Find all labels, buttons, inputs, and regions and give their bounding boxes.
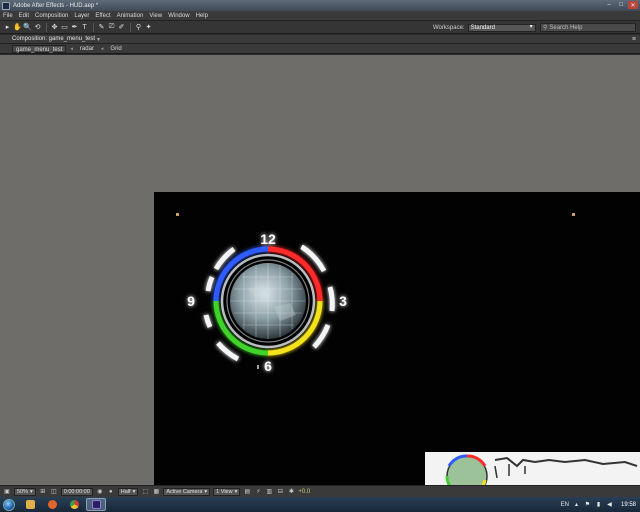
brush-tool-icon[interactable]: ✎ (97, 23, 106, 32)
toolbar-divider (46, 22, 47, 32)
snapshot-icon[interactable]: ◉ (96, 488, 104, 496)
shape-tool-icon[interactable]: ▭ (60, 23, 69, 32)
minimize-button[interactable]: – (604, 1, 614, 9)
menu-composition[interactable]: Composition (35, 13, 68, 19)
system-tray: EN ▴ ⚑ ▮ ◀ 19:58 (561, 498, 636, 511)
resolution-value: Half (120, 488, 131, 495)
region-of-interest-icon[interactable]: ⬚ (141, 488, 149, 496)
always-preview-icon[interactable]: ▣ (3, 488, 11, 496)
show-channel-icon[interactable]: ● (107, 488, 115, 496)
hud-label-3: 3 (339, 293, 347, 309)
composition-tab-label: Composition: game_menu_test (12, 36, 96, 42)
menu-animation[interactable]: Animation (117, 13, 144, 19)
after-effects-icon (2, 1, 10, 10)
viewer-controls-bar: ▣ 50% ▾ ⊞ ◫ 0:00:00:00 ◉ ● Half ▾ ⬚ ▦ Acti… (0, 485, 640, 497)
hud-label-9: 9 (187, 293, 195, 309)
text-tool-icon[interactable]: T (80, 23, 89, 32)
menu-window[interactable]: Window (168, 13, 189, 19)
breadcrumb-game-menu-test[interactable]: game_menu_test (12, 44, 67, 53)
menu-bar: File Edit Composition Layer Effect Anima… (0, 11, 640, 21)
fast-previews-icon[interactable]: ⚡ (254, 488, 262, 496)
layer-anchor-handle[interactable] (572, 213, 575, 216)
taskbar-after-effects[interactable] (86, 498, 106, 511)
exposure-value[interactable]: +0.0 (298, 489, 310, 495)
composition-panel-header: Composition: game_menu_test ▾ (0, 35, 640, 44)
timeline-icon[interactable]: ▥ (265, 488, 273, 496)
zoom-tool-icon[interactable]: 🔍 (23, 23, 32, 32)
start-button[interactable] (0, 497, 18, 512)
roto-brush-tool-icon[interactable]: ⚲ (134, 23, 143, 32)
search-help-field[interactable]: ⚲ Search Help (540, 23, 636, 32)
menu-file[interactable]: File (3, 13, 13, 19)
grid-overlay-icon[interactable]: ⊞ (39, 488, 47, 496)
resolution-dropdown[interactable]: Half ▾ (117, 487, 139, 496)
hud-label-6: 6 (264, 358, 272, 374)
reference-sketch-thumbnail (425, 452, 640, 485)
pan-behind-tool-icon[interactable]: ✥ (50, 23, 59, 32)
panel-menu-icon[interactable]: ≡ (632, 36, 636, 43)
hud-label-12: 12 (260, 231, 276, 247)
hud-radar[interactable]: 12 3 6 9 (178, 211, 358, 391)
toolbar-divider (93, 22, 94, 32)
mask-visibility-icon[interactable]: ◫ (50, 488, 58, 496)
view-layout-value: 1 View (216, 488, 233, 495)
taskbar-clock[interactable]: 19:58 (621, 502, 636, 508)
workspace-switcher: Workspace: Standard (433, 24, 536, 32)
hand-tool-icon[interactable]: ✋ (13, 23, 22, 32)
action-center-flag-icon[interactable]: ⚑ (584, 501, 591, 508)
menu-help[interactable]: Help (196, 13, 208, 19)
breadcrumb-separator-icon: ◂ (100, 45, 104, 52)
windows-logo-icon (3, 498, 15, 511)
firefox-icon (47, 500, 57, 509)
breadcrumb: game_menu_test ◂ radar ◂ Grid (0, 44, 640, 54)
folder-icon (25, 500, 35, 509)
composition-tab[interactable]: Composition: game_menu_test ▾ (12, 36, 100, 43)
view-layout-dropdown[interactable]: 1 View ▾ (213, 487, 241, 496)
menu-view[interactable]: View (149, 13, 162, 19)
workspace-label: Workspace: (433, 25, 465, 31)
composition-viewer[interactable]: 12 3 6 9 (0, 55, 640, 485)
breadcrumb-grid[interactable]: Grid (107, 45, 124, 53)
workspace-dropdown[interactable]: Standard (467, 24, 536, 32)
transparency-grid-icon[interactable]: ▦ (152, 488, 160, 496)
chrome-icon (69, 500, 79, 509)
magnification-dropdown[interactable]: 50% ▾ (14, 487, 36, 496)
reset-exposure-icon[interactable]: ✱ (287, 488, 295, 496)
toggle-pixel-aspect-icon[interactable]: ▤ (243, 488, 251, 496)
language-indicator[interactable]: EN (561, 502, 569, 508)
title-bar: Adobe After Effects - HUD.aep * – □ ✕ (0, 0, 640, 11)
menu-effect[interactable]: Effect (95, 13, 110, 19)
comp-flowchart-icon[interactable]: ⊟ (276, 488, 284, 496)
breadcrumb-radar[interactable]: radar (77, 45, 97, 53)
network-icon[interactable]: ▮ (595, 501, 602, 508)
breadcrumb-separator-icon: ◂ (70, 45, 73, 52)
rotate-tool-icon[interactable]: ⟲ (33, 23, 42, 32)
close-button[interactable]: ✕ (628, 1, 638, 9)
magnification-value: 50% (17, 488, 29, 495)
selection-tool-icon[interactable]: ▸ (3, 23, 12, 32)
show-hidden-icons-icon[interactable]: ▴ (573, 501, 580, 508)
windows-taskbar: EN ▴ ⚑ ▮ ◀ 19:58 (0, 497, 640, 512)
volume-icon[interactable]: ◀ (606, 501, 613, 508)
taskbar-firefox[interactable] (42, 498, 62, 511)
maximize-button[interactable]: □ (616, 1, 626, 9)
toolbar-divider (130, 22, 131, 32)
window-title: Adobe After Effects - HUD.aep * (13, 2, 99, 9)
menu-edit[interactable]: Edit (19, 13, 29, 19)
pen-tool-icon[interactable]: ✒ (70, 23, 79, 32)
clone-stamp-tool-icon[interactable]: ⎚ (107, 23, 116, 32)
camera-value: Active Camera (166, 488, 203, 495)
after-effects-icon (91, 500, 101, 509)
close-tab-icon[interactable]: ▾ (97, 36, 100, 43)
eraser-tool-icon[interactable]: ✐ (117, 23, 126, 32)
menu-layer[interactable]: Layer (74, 13, 89, 19)
camera-dropdown[interactable]: Active Camera ▾ (163, 487, 211, 496)
puppet-tool-icon[interactable]: ✦ (144, 23, 153, 32)
taskbar-explorer[interactable] (20, 498, 40, 511)
window-controls: – □ ✕ (604, 1, 638, 9)
search-help-placeholder: Search Help (549, 24, 583, 31)
taskbar-chrome[interactable] (64, 498, 84, 511)
timecode-display[interactable]: 0:00:00:00 (60, 487, 93, 496)
search-icon: ⚲ (543, 25, 548, 31)
